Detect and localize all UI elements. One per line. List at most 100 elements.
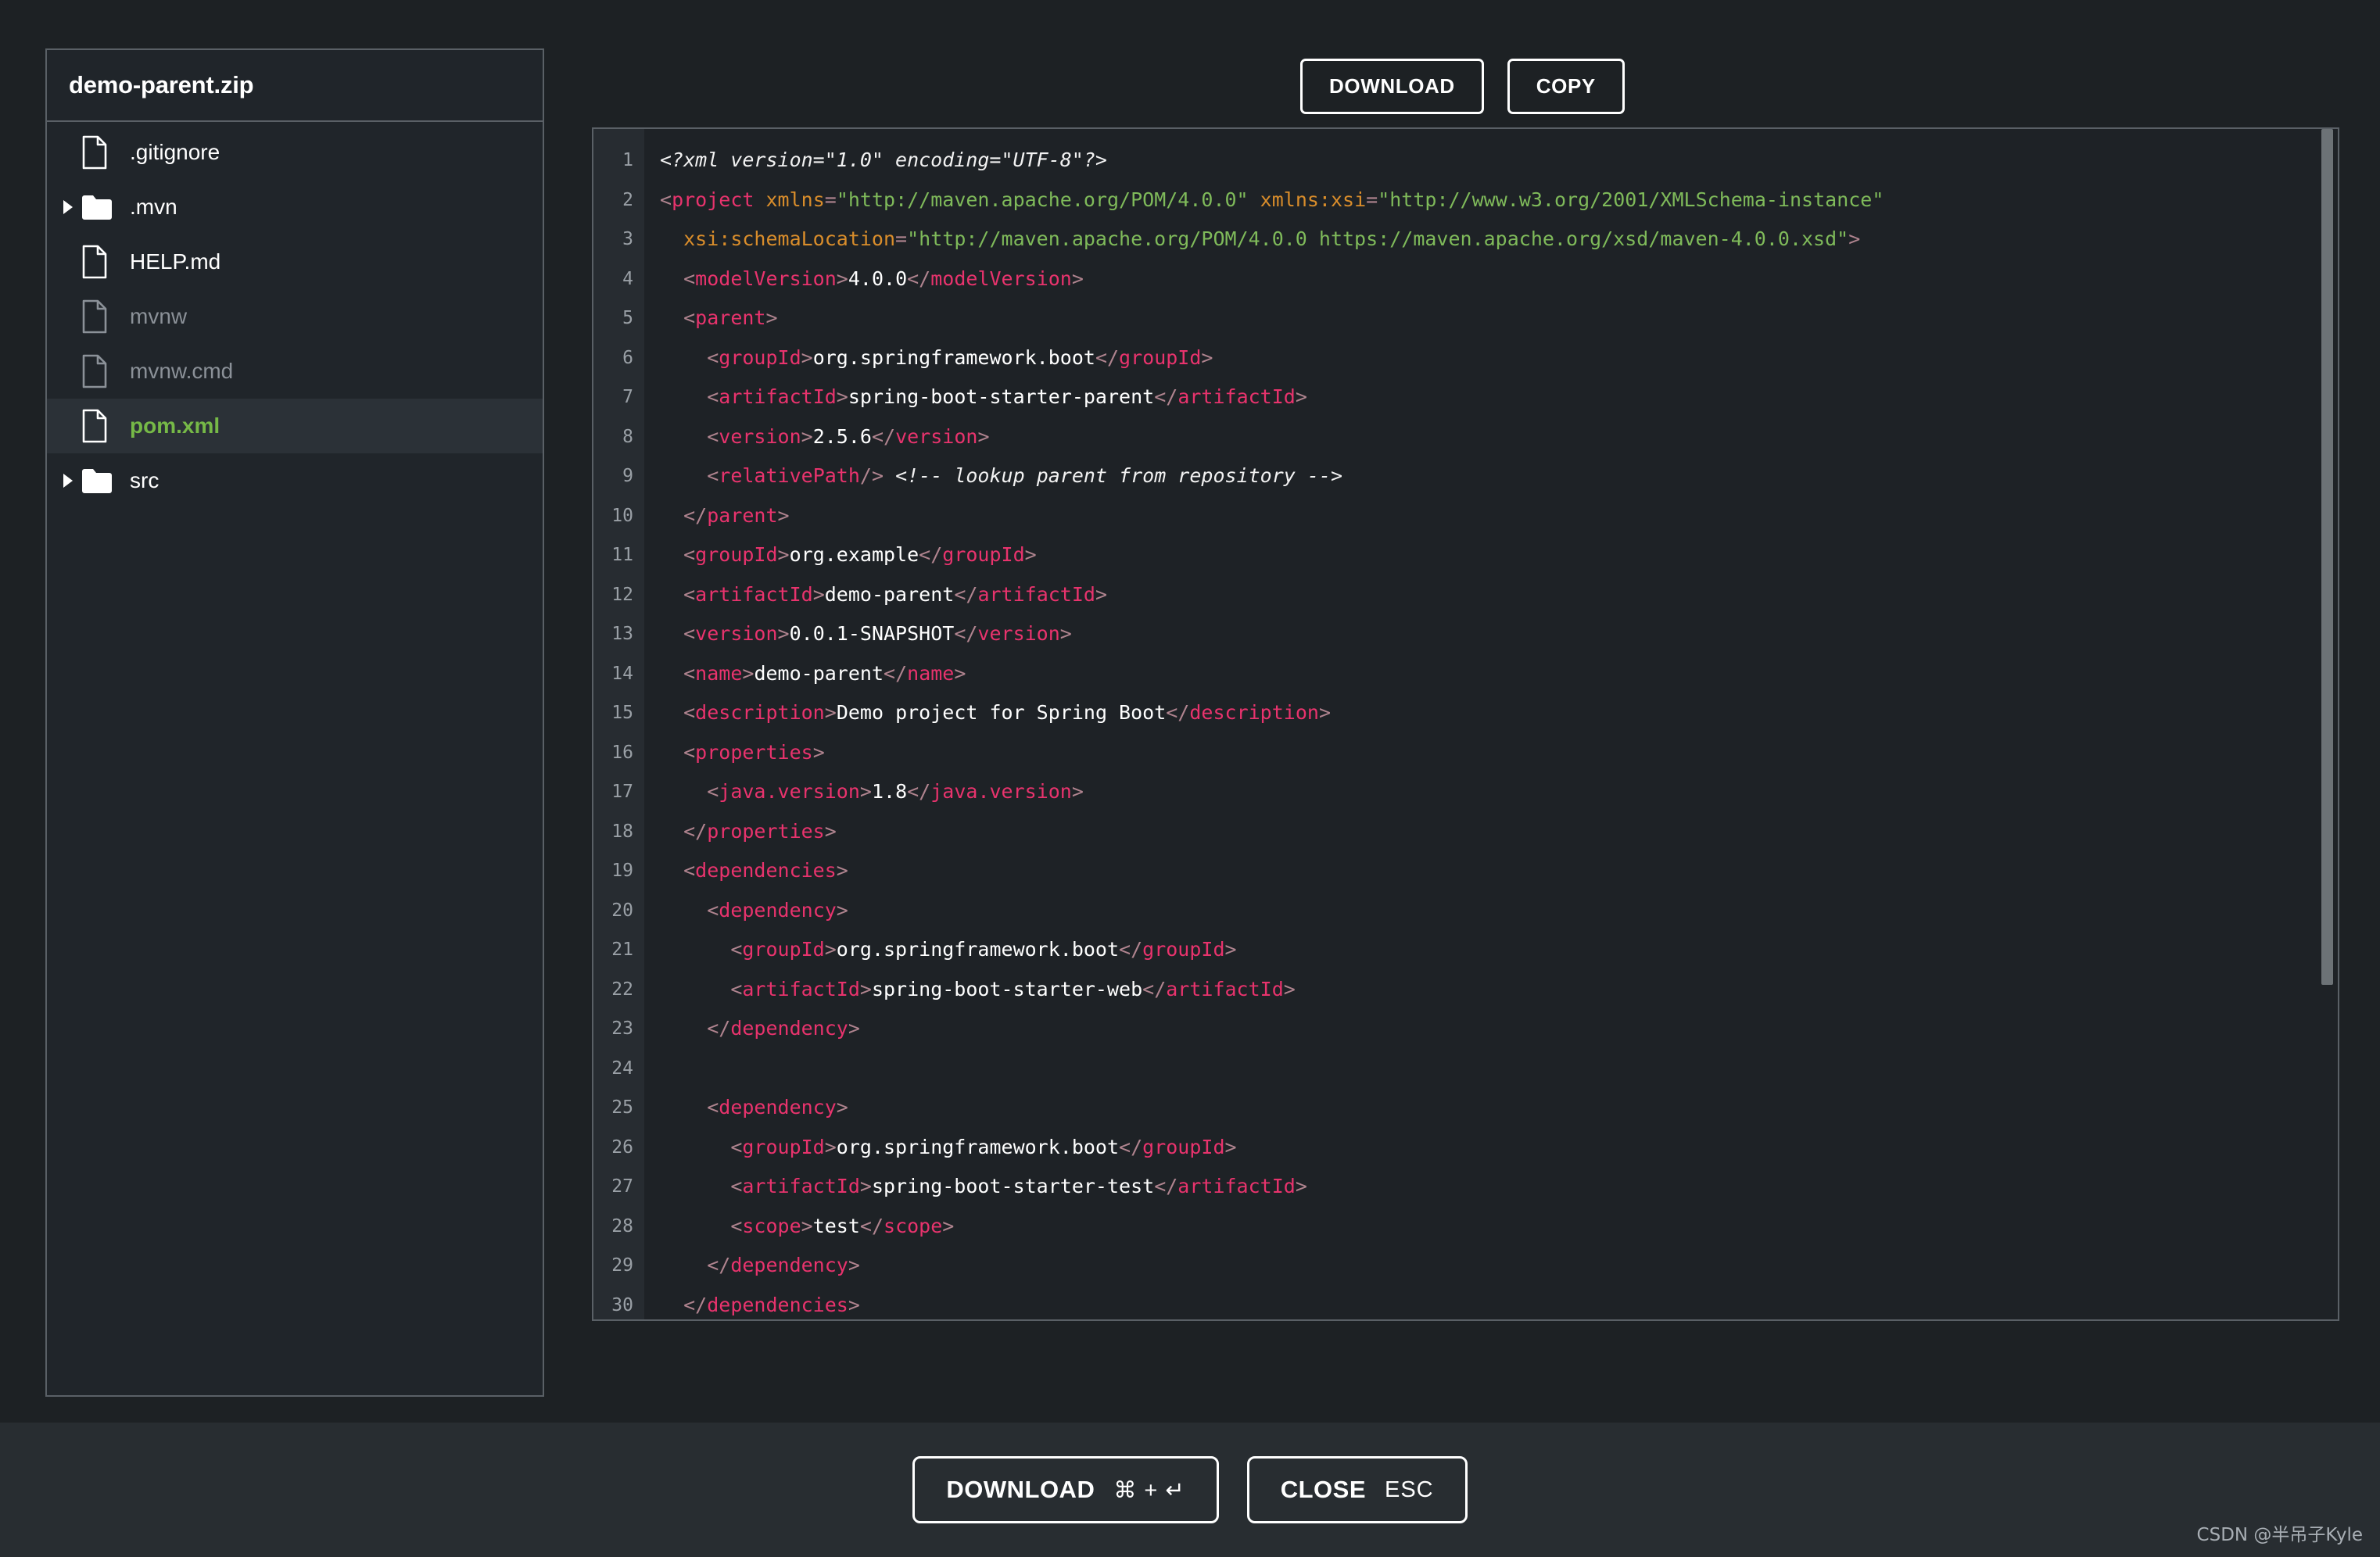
- token-punct: >: [848, 1017, 860, 1040]
- copy-button[interactable]: COPY: [1507, 59, 1625, 114]
- token-punct: </: [954, 622, 978, 645]
- code-line: <groupId>org.springframework.boot</group…: [660, 930, 2338, 970]
- token-text: demo-parent: [824, 582, 955, 606]
- code-line: <version>2.5.6</version>: [660, 417, 2338, 457]
- code-line: </parent>: [660, 496, 2338, 536]
- line-number: 20: [611, 900, 633, 921]
- token-tag: artifactId: [1166, 977, 1284, 1000]
- footer-download-button[interactable]: DOWNLOAD ⌘ + ↵: [912, 1456, 1219, 1523]
- token-punct: <: [683, 582, 696, 606]
- line-number-gutter: 1 2 3 4 5 6 7 8 9 10 11 12 13 14 15 16 17 18 19 20 21 22 23 24 2…: [593, 129, 644, 1319]
- code-line: </properties>: [660, 812, 2338, 852]
- token-punct: </: [954, 582, 978, 606]
- file-tree-item-label: mvnw: [130, 304, 188, 328]
- file-tree-item-gitignore[interactable]: .gitignore: [47, 125, 543, 180]
- code-scrollbar-track[interactable]: [2319, 129, 2336, 1319]
- code-line: <?xml version="1.0" encoding="UTF-8"?>: [660, 141, 2338, 181]
- code-line: </dependency>: [660, 1009, 2338, 1049]
- line-number: 7: [622, 387, 633, 407]
- token-punct: >: [977, 424, 990, 448]
- code-line: <artifactId>demo-parent</artifactId>: [660, 575, 2338, 615]
- token-tag: dependencies: [695, 859, 837, 882]
- folder-icon: [81, 467, 119, 494]
- token-punct: >: [1059, 622, 1072, 645]
- code-line: </dependency>: [660, 1246, 2338, 1286]
- footer-close-button[interactable]: CLOSE ESC: [1246, 1456, 1468, 1523]
- token-punct: >: [1224, 938, 1237, 961]
- token-str: "http://maven.apache.org/POM/4.0.0 https…: [907, 227, 1849, 250]
- modal-footer: DOWNLOAD ⌘ + ↵ CLOSE ESC: [0, 1423, 2380, 1557]
- token-text: org.springframework.boot: [812, 345, 1095, 369]
- chevron-right-icon[interactable]: [55, 199, 81, 216]
- token-punct: >: [954, 661, 966, 685]
- token-tag: name: [695, 661, 743, 685]
- token-punct: </: [1119, 938, 1143, 961]
- code-line: <dependency>: [660, 891, 2338, 931]
- token-tag: modelVersion: [695, 267, 837, 290]
- file-tree-item-label: mvnw.cmd: [130, 359, 234, 383]
- token-str: "http://www.w3.org/2001/XMLSchema-instan…: [1378, 188, 1884, 211]
- download-button[interactable]: DOWNLOAD: [1300, 59, 1484, 114]
- token-tag: java.version: [719, 780, 860, 803]
- token-punct: >: [824, 701, 837, 724]
- token-punct: >: [1283, 977, 1296, 1000]
- code-scrollbar-thumb[interactable]: [2321, 129, 2333, 985]
- token-punct: <: [660, 188, 672, 211]
- token-tag: version: [977, 622, 1060, 645]
- file-tree-item-mvnw[interactable]: mvnw: [47, 289, 543, 344]
- token-punct: >: [777, 503, 790, 527]
- file-tree-item-help-md[interactable]: HELP.md: [47, 234, 543, 289]
- line-number: 24: [611, 1058, 633, 1079]
- line-number: 4: [622, 268, 633, 289]
- file-tree-item-label: HELP.md: [130, 249, 221, 274]
- file-tree-item-src[interactable]: src: [47, 453, 543, 508]
- token-punct: </: [859, 1214, 884, 1237]
- footer-close-shortcut: ESC: [1385, 1476, 1434, 1502]
- line-number: 11: [611, 545, 633, 565]
- token-punct: >: [848, 1293, 860, 1316]
- line-number: 3: [622, 229, 633, 249]
- token-punct: <: [730, 938, 743, 961]
- token-punct: >: [1071, 780, 1084, 803]
- token-punct: >: [801, 1214, 813, 1237]
- token-tag: modelVersion: [930, 267, 1072, 290]
- token-punct: <: [730, 1135, 743, 1158]
- token-punct: </: [683, 819, 708, 843]
- file-icon: [81, 299, 119, 334]
- token-punct: >: [848, 1254, 860, 1276]
- code-line: <properties>: [660, 733, 2338, 773]
- token-tag: scope: [884, 1214, 943, 1237]
- token-punct: >: [812, 582, 825, 606]
- token-punct: <: [707, 464, 719, 487]
- file-tree-item-pom-xml[interactable]: pom.xml: [47, 399, 543, 453]
- file-icon: [81, 245, 119, 279]
- code-line: <groupId>org.springframework.boot</group…: [660, 1128, 2338, 1168]
- line-number: 9: [622, 466, 633, 486]
- file-icon: [81, 354, 119, 388]
- chevron-right-icon[interactable]: [55, 472, 81, 489]
- file-tree-item-mvn[interactable]: .mvn: [47, 180, 543, 234]
- line-number: 30: [611, 1294, 633, 1315]
- file-tree-item-label: pom.xml: [130, 413, 220, 438]
- line-number: 19: [611, 861, 633, 881]
- line-number: 27: [611, 1176, 633, 1197]
- line-number: 29: [611, 1255, 633, 1276]
- file-tree-item-mvnw-cmd[interactable]: mvnw.cmd: [47, 344, 543, 399]
- token-tag: groupId: [742, 1135, 825, 1158]
- token-tag: dependency: [730, 1254, 848, 1276]
- code-line: <project xmlns="http://maven.apache.org/…: [660, 181, 2338, 220]
- watermark: CSDN @半吊子Kyle: [2196, 1525, 2363, 1545]
- token-punct: </: [907, 780, 931, 803]
- token-punct: =: [1366, 188, 1378, 211]
- token-attr: xsi:schemaLocation: [683, 227, 896, 250]
- token-tag: dependencies: [707, 1293, 848, 1316]
- code-content[interactable]: <?xml version="1.0" encoding="UTF-8"?> <p…: [644, 129, 2338, 1319]
